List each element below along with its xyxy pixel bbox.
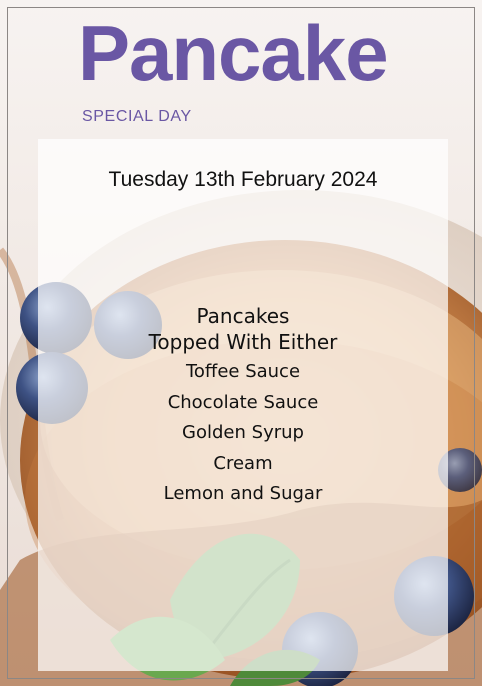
event-date: Tuesday 13th February 2024 (108, 168, 378, 191)
poster-title: Pancake (78, 9, 389, 97)
menu-item-toffee-sauce: Toffee Sauce (185, 361, 301, 382)
poster: Pancake SPECIAL DAY Tuesday 13th Februar… (0, 0, 482, 686)
menu-heading: Pancakes (196, 304, 290, 328)
menu-item-golden-syrup: Golden Syrup (182, 422, 304, 443)
menu-panel: Tuesday 13th February 2024 Pancakes Topp… (38, 139, 448, 671)
menu-list: Pancakes Topped With Either Toffee Sauce… (38, 303, 448, 510)
menu-item-chocolate-sauce: Chocolate Sauce (167, 391, 319, 413)
poster-subtitle: SPECIAL DAY (82, 108, 192, 125)
menu-subheading: Topped With Either (148, 330, 338, 354)
menu-item-cream: Cream (213, 452, 273, 474)
menu-item-lemon-and-sugar: Lemon and Sugar (163, 483, 323, 504)
